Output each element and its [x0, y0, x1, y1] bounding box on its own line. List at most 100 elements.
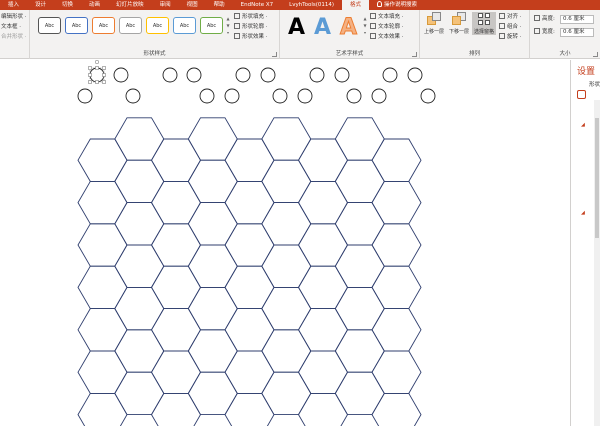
shape-style-swatch[interactable]: Abc [65, 17, 88, 34]
hexagon-shape[interactable] [77, 350, 128, 394]
hexagon-shape[interactable] [334, 244, 385, 288]
hexagon-shape[interactable] [114, 202, 165, 246]
shape-style-swatch[interactable]: Abc [173, 17, 196, 34]
dialog-launcher-icon[interactable] [272, 52, 277, 57]
hexagon-shape[interactable] [371, 180, 422, 225]
text-effects-button[interactable]: 文本效果 · [370, 33, 404, 41]
hexagon-shape[interactable] [371, 265, 422, 310]
gallery-scroll-up-icon[interactable]: ▲ [225, 16, 231, 22]
hexagon-shape[interactable] [224, 180, 275, 225]
hexagon-shape[interactable] [77, 392, 128, 426]
hexagon-shape[interactable] [334, 117, 385, 161]
gallery-scroll-up-icon[interactable]: ▲ [362, 16, 368, 22]
hexagon-shape[interactable] [297, 392, 349, 426]
hexagon-shape[interactable] [371, 392, 422, 426]
circle-shape[interactable] [235, 67, 251, 83]
shape-style-swatch[interactable]: Abc [92, 17, 115, 34]
section-expand-icon[interactable]: ◢ [581, 210, 585, 216]
text-outline-button[interactable]: 文本轮廓 · [370, 23, 404, 31]
circle-shape[interactable] [407, 67, 423, 83]
hexagon-shape[interactable] [371, 350, 422, 394]
resize-handle[interactable] [102, 73, 106, 77]
circle-shape[interactable] [224, 88, 240, 104]
tab-slideshow[interactable]: 幻灯片放映 [108, 0, 152, 10]
resize-handle[interactable] [102, 80, 106, 84]
rotate-handle[interactable] [94, 60, 100, 65]
fill-line-icon[interactable] [577, 90, 586, 99]
hexagon-shape[interactable] [297, 138, 349, 182]
circle-shape[interactable] [77, 88, 93, 104]
edit-shape-button[interactable]: 编辑形状 · [1, 13, 27, 21]
shape-style-swatch[interactable]: Abc [38, 17, 61, 34]
send-backward-button[interactable]: 下移一层 [447, 12, 471, 35]
section-expand-icon[interactable]: ◢ [581, 122, 585, 128]
height-input[interactable]: 0.6 厘米 [560, 15, 594, 24]
circle-shape[interactable] [125, 88, 141, 104]
hexagon-shape[interactable] [150, 180, 202, 225]
hexagon-shape[interactable] [187, 244, 238, 288]
hexagon-shape[interactable] [77, 138, 128, 182]
hexagon-shape[interactable] [150, 350, 202, 394]
group-button[interactable]: 组合 · [499, 23, 522, 31]
tab-help[interactable]: 帮助 [206, 0, 233, 10]
align-button[interactable]: 对齐 · [499, 13, 522, 21]
hexagon-shape[interactable] [77, 180, 128, 225]
hexagon-shape[interactable] [187, 371, 238, 416]
shape-fill-button[interactable]: 形状填充 · [234, 13, 268, 21]
tell-me-search[interactable]: 操作说明搜索 [369, 0, 425, 10]
hexagon-shape[interactable] [187, 286, 238, 331]
hexagon-shape[interactable] [187, 159, 238, 204]
resize-handle[interactable] [95, 66, 99, 70]
hexagon-shape[interactable] [114, 117, 165, 161]
hexagon-shape[interactable] [371, 223, 422, 267]
hexagon-shape[interactable] [261, 329, 312, 373]
circle-shape[interactable] [186, 67, 202, 83]
tab-format[interactable]: 格式 [342, 0, 370, 10]
tab-design[interactable]: 设计 [27, 0, 54, 10]
shape-style-swatch[interactable]: Abc [200, 17, 223, 34]
hexagon-grid-drawing[interactable] [0, 60, 570, 426]
hexagon-shape[interactable] [187, 329, 238, 373]
circle-shape[interactable] [334, 67, 350, 83]
width-input[interactable]: 0.6 厘米 [560, 28, 594, 37]
resize-handle[interactable] [88, 80, 92, 84]
gallery-scroll-down-icon[interactable]: ▼ [225, 23, 231, 29]
merge-shapes-button[interactable]: 合并形状 · [1, 33, 27, 41]
hexagon-shape[interactable] [297, 180, 349, 225]
tab-lvyhtools[interactable]: LvyhTools(0114) [281, 0, 342, 10]
scroll-thumb[interactable] [595, 118, 599, 238]
hexagon-shape[interactable] [371, 308, 422, 352]
text-box-button[interactable]: 文本框 · [1, 23, 21, 31]
hexagon-shape[interactable] [77, 223, 128, 267]
hexagon-shape[interactable] [114, 159, 165, 204]
tab-insert[interactable]: 插入 [0, 0, 27, 10]
hexagon-shape[interactable] [150, 223, 202, 267]
gallery-scroll-down-icon[interactable]: ▼ [362, 23, 368, 29]
circle-shape[interactable] [309, 67, 325, 83]
hexagon-shape[interactable] [224, 392, 275, 426]
wordart-style-blue[interactable]: A [314, 15, 331, 41]
shape-style-swatch[interactable]: Abc [119, 17, 142, 34]
shape-outline-button[interactable]: 形状轮廓 · [234, 23, 268, 31]
hexagon-shape[interactable] [261, 244, 312, 288]
hexagon-shape[interactable] [114, 286, 165, 331]
hexagon-shape[interactable] [334, 371, 385, 416]
hexagon-shape[interactable] [187, 202, 238, 246]
bring-forward-button[interactable]: 上移一层 [422, 12, 446, 35]
hexagon-shape[interactable] [150, 392, 202, 426]
shape-effects-button[interactable]: 形状效果 · [234, 33, 268, 41]
resize-handle[interactable] [102, 66, 106, 70]
circle-shape[interactable] [260, 67, 276, 83]
hexagon-shape[interactable] [224, 223, 275, 267]
hexagon-shape[interactable] [224, 350, 275, 394]
hexagon-shape[interactable] [224, 265, 275, 310]
circle-shape[interactable] [199, 88, 215, 104]
hexagon-shape[interactable] [297, 350, 349, 394]
tab-animations[interactable]: 动画 [81, 0, 108, 10]
circle-shape[interactable] [113, 67, 129, 83]
rotate-button[interactable]: 旋转 · [499, 33, 522, 41]
circle-shape[interactable] [272, 88, 288, 104]
hexagon-shape[interactable] [334, 329, 385, 373]
hexagon-shape[interactable] [334, 286, 385, 331]
tab-review[interactable]: 审阅 [152, 0, 179, 10]
